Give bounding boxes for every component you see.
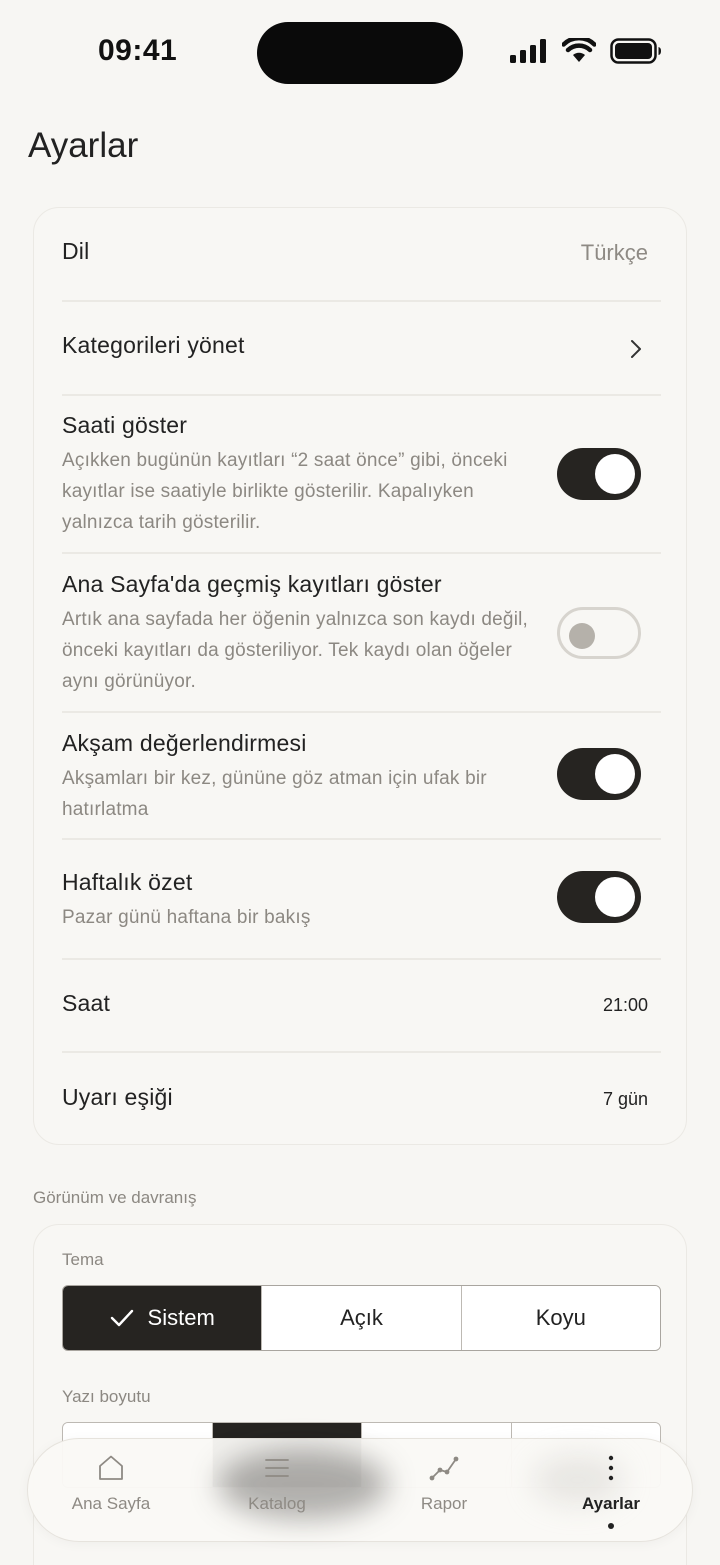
font-size-label: Yazı boyutu xyxy=(62,1387,151,1406)
toggle-knob xyxy=(569,623,595,649)
active-tab-indicator xyxy=(608,1523,614,1529)
tab-report[interactable]: Rapor xyxy=(361,1439,527,1543)
weekly-summary-description: Pazar günü haftana bir bakış xyxy=(62,907,311,928)
appearance-section-label: Görünüm ve davranış xyxy=(33,1188,197,1207)
language-value: Türkçe xyxy=(580,240,648,265)
check-icon xyxy=(110,1308,134,1328)
divider xyxy=(62,1051,661,1053)
status-icons xyxy=(510,38,662,64)
list-icon xyxy=(263,1452,291,1484)
theme-segmented-control: Sistem Açık Koyu xyxy=(62,1285,661,1351)
divider xyxy=(62,838,661,840)
warning-threshold-value: 7 gün xyxy=(602,1089,648,1109)
divider xyxy=(62,958,661,960)
divider xyxy=(62,711,661,713)
toggle-knob xyxy=(595,454,635,494)
theme-option-label: Açık xyxy=(340,1305,383,1330)
show-history-toggle[interactable] xyxy=(557,607,641,659)
toggle-knob xyxy=(595,877,635,917)
status-bar: 09:41 xyxy=(0,0,720,105)
show-time-row: Saati göster Açıkken bugünün kayıtları “… xyxy=(62,412,661,538)
time-row[interactable]: Saat 21:00 xyxy=(62,990,661,1026)
theme-label: Tema xyxy=(62,1250,104,1269)
manage-categories-row[interactable]: Kategorileri yönet xyxy=(62,332,661,368)
time-value: 21:00 xyxy=(602,995,648,1015)
divider xyxy=(62,300,661,302)
language-row[interactable]: Dil Türkçe xyxy=(62,238,661,274)
tab-bar: Ana Sayfa Katalog Rapor Ayarlar xyxy=(27,1438,693,1542)
more-vertical-icon xyxy=(606,1452,616,1484)
tab-settings[interactable]: Ayarlar xyxy=(528,1439,694,1543)
theme-option-system[interactable]: Sistem xyxy=(63,1286,262,1350)
weekly-summary-row: Haftalık özet Pazar günü haftana bir bak… xyxy=(62,869,661,933)
show-history-row: Ana Sayfa'da geçmiş kayıtları göster Art… xyxy=(62,571,661,697)
settings-card: Dil Türkçe Kategorileri yönet Saati göst… xyxy=(33,207,687,1145)
battery-icon xyxy=(610,38,661,64)
tab-label: Ayarlar xyxy=(582,1494,640,1513)
time-label: Saat xyxy=(62,990,111,1016)
wifi-icon xyxy=(562,38,596,62)
chevron-right-icon xyxy=(631,340,641,358)
tab-label: Katalog xyxy=(248,1494,306,1513)
show-time-toggle[interactable] xyxy=(557,448,641,500)
chart-line-icon xyxy=(428,1452,460,1484)
manage-categories-label: Kategorileri yönet xyxy=(62,332,245,358)
theme-option-label: Sistem xyxy=(147,1305,215,1330)
tab-home[interactable]: Ana Sayfa xyxy=(28,1439,194,1543)
tab-label: Rapor xyxy=(420,1494,468,1513)
toggle-knob xyxy=(595,754,635,794)
page-title: Ayarlar xyxy=(28,126,139,165)
language-label: Dil xyxy=(62,238,90,264)
evening-review-description: Akşamları bir kez, gününe göz atman için… xyxy=(62,768,487,820)
weekly-summary-toggle[interactable] xyxy=(557,871,641,923)
divider xyxy=(62,394,661,396)
show-time-label: Saati göster xyxy=(62,412,188,438)
show-history-description: Artık ana sayfada her öğenin yalnızca so… xyxy=(62,609,529,692)
theme-option-light[interactable]: Açık xyxy=(261,1286,461,1350)
warning-threshold-label: Uyarı eşiği xyxy=(62,1084,173,1110)
cellular-signal-icon xyxy=(510,39,546,63)
tab-label: Ana Sayfa xyxy=(71,1494,151,1513)
evening-review-row: Akşam değerlendirmesi Akşamları bir kez,… xyxy=(62,730,661,825)
show-time-description: Açıkken bugünün kayıtları “2 saat önce” … xyxy=(62,450,508,533)
home-icon xyxy=(96,1452,126,1484)
theme-option-dark[interactable]: Koyu xyxy=(460,1286,660,1350)
theme-option-label: Koyu xyxy=(535,1305,586,1330)
tab-catalog[interactable]: Katalog xyxy=(194,1439,360,1543)
evening-review-toggle[interactable] xyxy=(557,748,641,800)
dynamic-island xyxy=(257,22,463,84)
divider xyxy=(62,552,661,554)
show-history-label: Ana Sayfa'da geçmiş kayıtları göster xyxy=(62,571,442,597)
status-time: 09:41 xyxy=(98,34,178,67)
warning-threshold-row[interactable]: Uyarı eşiği 7 gün xyxy=(62,1084,661,1120)
